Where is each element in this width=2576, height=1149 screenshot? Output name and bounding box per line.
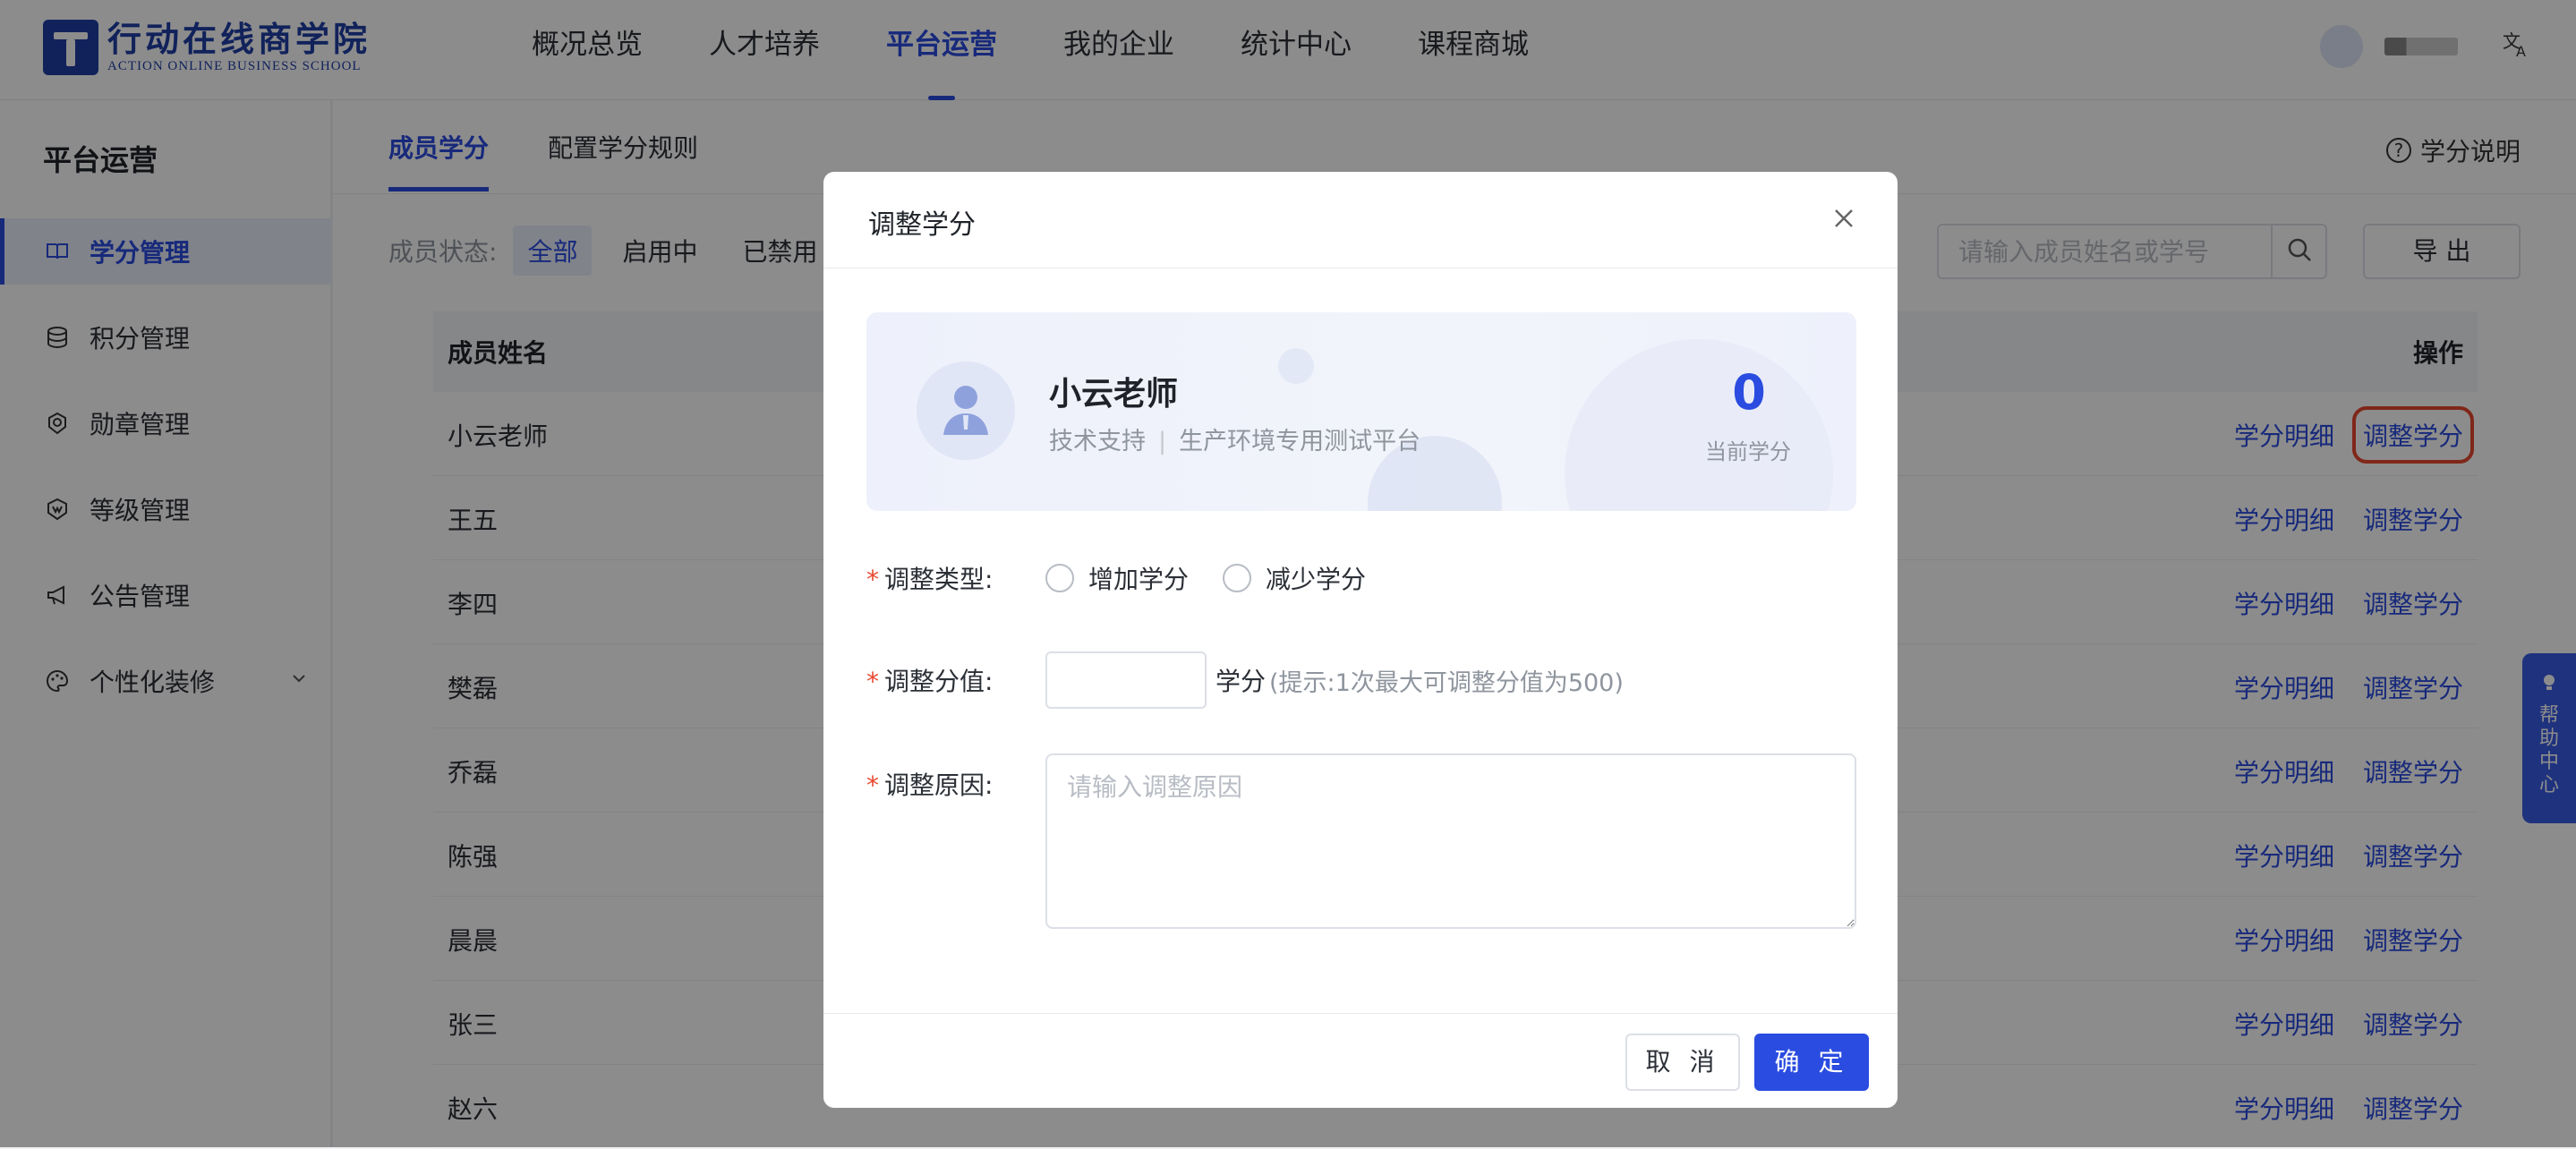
radio-increase[interactable]: 增加学分 — [1045, 560, 1189, 596]
adjust-type-radio-group: 增加学分 减少学分 — [1045, 560, 1400, 596]
adjust-value-hint: (提示:1次最大可调整分值为500) — [1269, 668, 1624, 697]
adjust-value-label: * 调整分值: — [866, 667, 994, 696]
credit-unit: 学分 — [1215, 667, 1267, 696]
adjust-type-row: * 调整类型: 增加学分 减少学分 — [866, 560, 1400, 596]
member-avatar — [917, 362, 1015, 460]
adjust-value-input[interactable] — [1045, 651, 1207, 709]
cancel-button[interactable]: 取 消 — [1625, 1034, 1740, 1091]
close-icon[interactable] — [1828, 202, 1860, 234]
radio-decrease[interactable]: 减少学分 — [1223, 560, 1366, 596]
adjust-reason-label: * 调整原因: — [866, 770, 994, 800]
radio-circle-icon[interactable] — [1223, 564, 1252, 592]
confirm-button[interactable]: 确 定 — [1754, 1034, 1869, 1091]
member-name: 小云老师 — [1049, 376, 1179, 413]
member-affiliation: 技术支持 | 生产环境专用测试平台 — [1049, 428, 1421, 455]
member-card: 小云老师 技术支持 | 生产环境专用测试平台 0 当前学分 — [866, 312, 1856, 511]
radio-circle-icon[interactable] — [1045, 564, 1074, 592]
dialog-footer: 取 消 确 定 — [823, 1013, 1898, 1108]
adjust-reason-row: * 调整原因: — [866, 753, 1856, 929]
current-credits-value: 0 — [1732, 364, 1766, 421]
dialog-title: 调整学分 — [868, 209, 976, 241]
adjust-reason-input[interactable] — [1045, 753, 1856, 929]
adjust-type-label: * 调整类型: — [866, 565, 994, 594]
adjust-value-row: * 调整分值: 学分 (提示:1次最大可调整分值为500) — [866, 651, 1624, 709]
current-credits-label: 当前学分 — [1705, 439, 1791, 464]
adjust-credit-dialog: 调整学分 小云老师 技术支持 | 生产环境专用测试平台 0 当前学分 * 调整类型: … — [823, 172, 1898, 1108]
dialog-header: 调整学分 — [823, 172, 1898, 268]
